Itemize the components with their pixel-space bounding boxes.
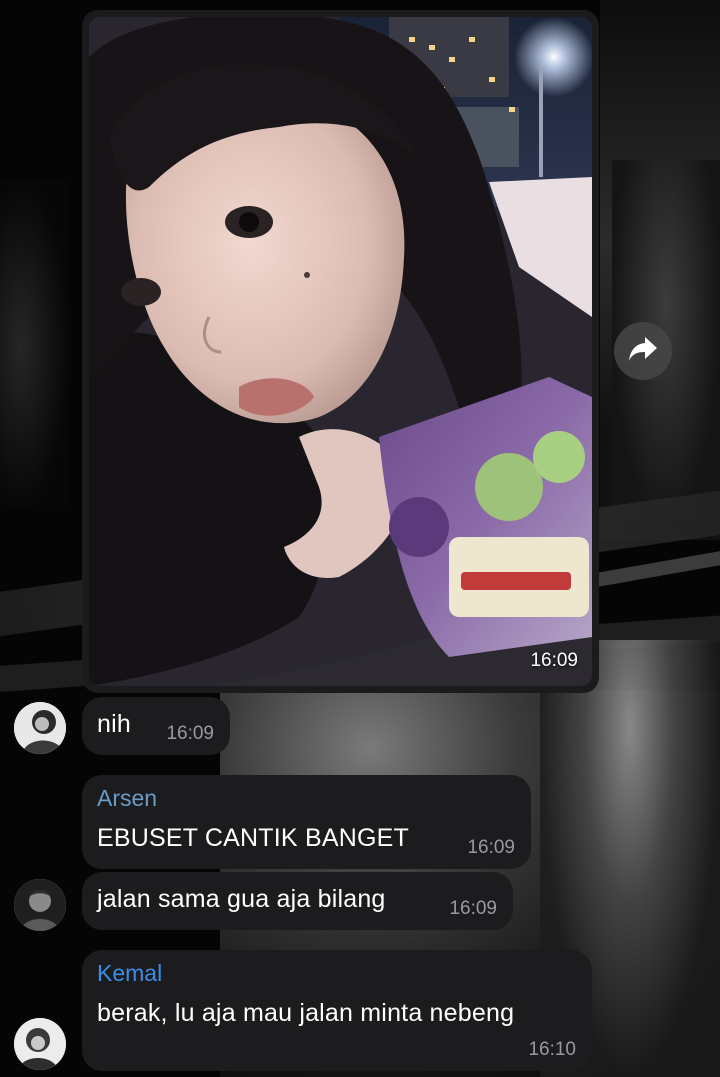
message-text: EBUSET CANTIK BANGET — [97, 824, 409, 852]
sender-name[interactable]: Arsen — [97, 785, 157, 812]
photo-timestamp: 16:09 — [530, 650, 578, 671]
message-text: nih — [97, 710, 131, 738]
message-bubble[interactable]: Kemal berak, lu aja mau jalan minta nebe… — [82, 950, 592, 1071]
message-bubble[interactable]: nih 16:09 — [82, 697, 230, 755]
message-text: jalan sama gua aja bilang — [97, 885, 386, 913]
sender-name[interactable]: Kemal — [97, 960, 162, 987]
message-text: berak, lu aja mau jalan minta nebeng — [97, 999, 515, 1027]
message-bubble[interactable]: jalan sama gua aja bilang 16:09 — [82, 872, 513, 930]
avatar[interactable] — [14, 1018, 66, 1070]
message-timestamp: 16:09 — [166, 723, 214, 744]
message-timestamp: 16:10 — [528, 1039, 576, 1060]
avatar[interactable] — [14, 879, 66, 931]
share-button[interactable] — [614, 322, 672, 380]
photo-message[interactable]: 16:09 — [82, 10, 599, 693]
share-forward-icon — [627, 335, 659, 368]
message-timestamp: 16:09 — [467, 837, 515, 858]
avatar[interactable] — [14, 702, 66, 754]
photo-image[interactable]: 16:09 — [89, 17, 592, 686]
message-bubble[interactable]: Arsen EBUSET CANTIK BANGET 16:09 — [82, 775, 531, 869]
message-timestamp: 16:09 — [449, 898, 497, 919]
